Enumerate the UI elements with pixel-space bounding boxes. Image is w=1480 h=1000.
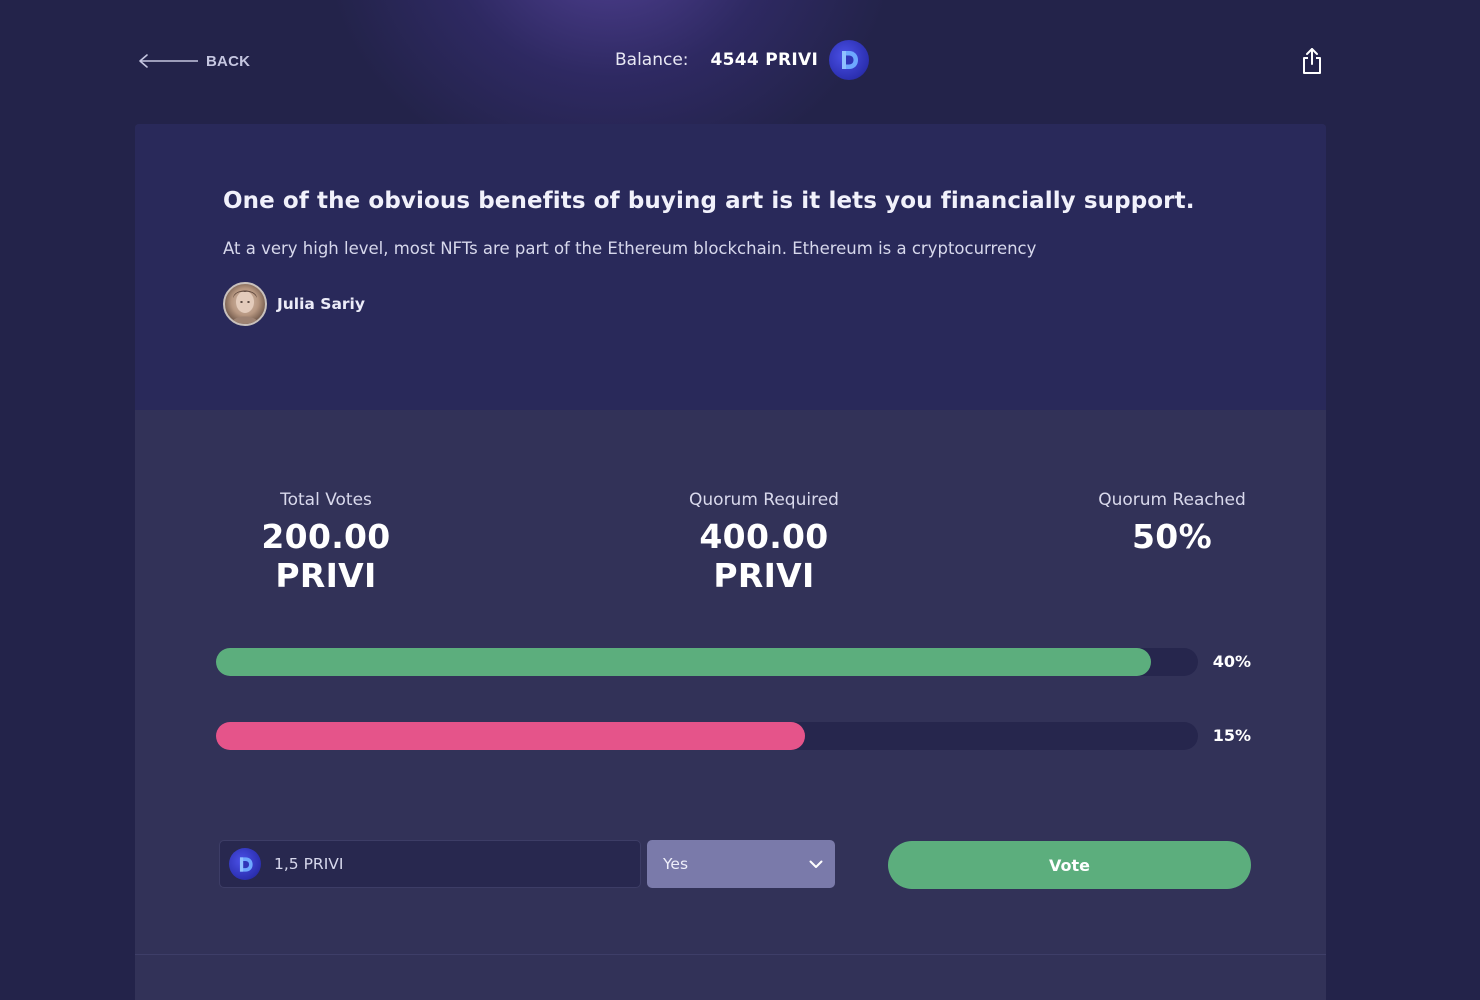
proposal-header	[135, 124, 1326, 410]
stat-quorum-reached: Quorum Reached 50%	[1083, 490, 1261, 556]
balance-value: 4544 PRIVI	[710, 50, 819, 70]
privi-coin-icon	[229, 848, 261, 880]
share-icon	[1303, 48, 1321, 74]
proposal-description: At a very high level, most NFTs are part…	[223, 239, 1037, 258]
back-button[interactable]: BACK	[138, 50, 250, 72]
divider	[135, 954, 1326, 955]
amount-input[interactable]: 1,5 PRIVI	[219, 840, 641, 888]
stat-total-votes: Total Votes 200.00 PRIVI	[215, 490, 437, 595]
author[interactable]: Julia Sariy	[223, 282, 365, 326]
author-name[interactable]: Julia Sariy	[277, 295, 365, 313]
no-percent: 15%	[1212, 726, 1251, 745]
share-button[interactable]	[1298, 46, 1326, 76]
stat-value: 400.00 PRIVI	[699, 517, 829, 595]
vote-button[interactable]: Vote	[888, 841, 1251, 889]
vote-option-select[interactable]: Yes	[647, 840, 835, 888]
yes-progress-fill	[216, 648, 1151, 676]
proposal-title: One of the obvious benefits of buying ar…	[223, 188, 1195, 214]
amount-value[interactable]: 1,5 PRIVI	[274, 855, 343, 873]
vote-option-value[interactable]: Yes	[663, 855, 688, 873]
stat-label: Quorum Required	[689, 490, 839, 510]
yes-percent: 40%	[1212, 652, 1251, 671]
arrow-left-icon	[139, 54, 198, 68]
proposal-card: One of the obvious benefits of buying ar…	[135, 124, 1326, 1000]
chevron-down-icon[interactable]	[809, 860, 823, 869]
stat-label: Total Votes	[280, 490, 372, 510]
privi-coin-icon	[829, 40, 870, 80]
no-progress-fill	[216, 722, 806, 750]
balance-display: Balance: 4544 PRIVI	[615, 40, 870, 80]
stat-quorum-required: Quorum Required 400.00 PRIVI	[645, 490, 883, 595]
avatar[interactable]	[223, 282, 267, 326]
stat-value: 50%	[1132, 517, 1212, 556]
stat-label: Quorum Reached	[1098, 490, 1246, 510]
yes-progress-bar	[216, 648, 1198, 676]
back-label: BACK	[206, 52, 251, 70]
balance-label: Balance:	[615, 50, 689, 70]
stat-value: 200.00 PRIVI	[261, 517, 391, 595]
no-progress-bar	[216, 722, 1198, 750]
